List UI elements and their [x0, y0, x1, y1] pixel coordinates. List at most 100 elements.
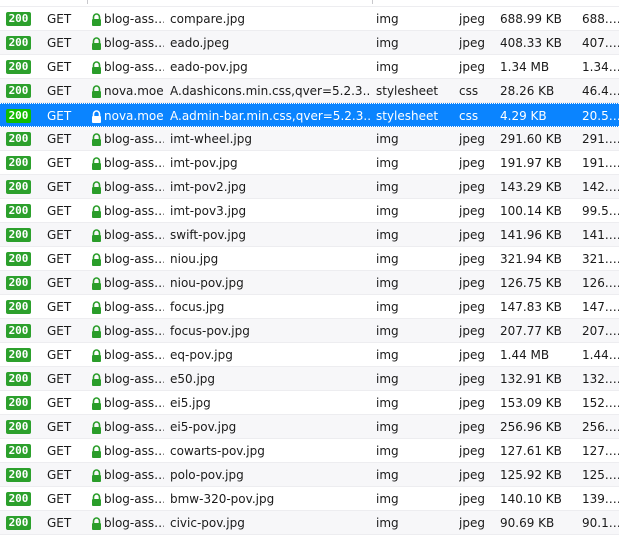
network-request-row[interactable]: 200 GET blog-ass… niou-pov.jpg img jpeg … [0, 271, 619, 295]
request-size: 20.5… [582, 109, 619, 123]
request-file: civic-pov.jpg [170, 516, 245, 530]
network-request-row[interactable]: 200 GET blog-ass… ei5-pov.jpg img jpeg 2… [0, 415, 619, 439]
request-transferred: 143.29 KB [500, 180, 562, 194]
request-domain: blog-ass… [104, 204, 164, 218]
request-file: polo-pov.jpg [170, 468, 244, 482]
network-request-row[interactable]: 200 GET blog-ass… swift-pov.jpg img jpeg… [0, 223, 619, 247]
network-request-row[interactable]: 200 GET blog-ass… niou.jpg img jpeg 321.… [0, 247, 619, 271]
status-badge: 200 [6, 252, 31, 266]
status-badge: 200 [6, 12, 31, 26]
request-size: 191.… [582, 156, 619, 170]
request-size: 1.44… [582, 348, 619, 362]
request-method: GET [47, 36, 72, 50]
request-size: 139.… [582, 492, 619, 506]
request-domain: blog-ass… [104, 348, 164, 362]
lock-icon [91, 229, 102, 242]
lock-icon [91, 349, 102, 362]
request-transferred: 256.96 KB [500, 420, 562, 434]
status-badge: 200 [6, 180, 31, 194]
request-size: 142.… [582, 180, 619, 194]
request-transferred: 125.92 KB [500, 468, 562, 482]
request-type: jpeg [459, 180, 485, 194]
request-transferred: 191.97 KB [500, 156, 562, 170]
status-badge: 200 [6, 300, 31, 314]
lock-icon [91, 181, 102, 194]
network-request-row[interactable]: 200 GET nova.moe A.admin-bar.min.css,qve… [0, 103, 619, 127]
network-request-row[interactable]: 200 GET blog-ass… e50.jpg img jpeg 132.9… [0, 367, 619, 391]
lock-icon [91, 205, 102, 218]
request-cause: img [376, 516, 399, 530]
lock-icon [91, 493, 102, 506]
request-file: eado.jpeg [170, 36, 230, 50]
network-request-row[interactable]: 200 GET blog-ass… eado-pov.jpg img jpeg … [0, 55, 619, 79]
previous-row-edge [0, 0, 619, 7]
request-domain: blog-ass… [104, 276, 164, 290]
status-badge: 200 [6, 468, 31, 482]
network-request-row[interactable]: 200 GET blog-ass… eado.jpeg img jpeg 408… [0, 31, 619, 55]
request-cause: img [376, 396, 399, 410]
request-cause: stylesheet [376, 84, 439, 98]
network-request-row[interactable]: 200 GET blog-ass… imt-pov2.jpg img jpeg … [0, 175, 619, 199]
network-request-row[interactable]: 200 GET blog-ass… focus-pov.jpg img jpeg… [0, 319, 619, 343]
status-badge: 200 [6, 348, 31, 362]
network-request-row[interactable]: 200 GET blog-ass… compare.jpg img jpeg 6… [0, 7, 619, 31]
request-method: GET [47, 252, 72, 266]
network-request-row[interactable]: 200 GET blog-ass… focus.jpg img jpeg 147… [0, 295, 619, 319]
status-badge: 200 [6, 324, 31, 338]
request-file: A.dashicons.min.css,qver=5.2.3.… [170, 84, 370, 98]
request-transferred: 207.77 KB [500, 324, 562, 338]
request-size: 291.… [582, 132, 619, 146]
network-request-row[interactable]: 200 GET blog-ass… polo-pov.jpg img jpeg … [0, 463, 619, 487]
request-method: GET [47, 180, 72, 194]
request-type: jpeg [459, 156, 485, 170]
request-cause: img [376, 444, 399, 458]
request-file: focus-pov.jpg [170, 324, 250, 338]
status-badge: 200 [6, 204, 31, 218]
lock-icon [91, 61, 102, 74]
request-size: 90.1… [582, 516, 619, 530]
request-cause: img [376, 492, 399, 506]
network-request-row[interactable]: 200 GET blog-ass… imt-pov3.jpg img jpeg … [0, 199, 619, 223]
column-divider [87, 0, 88, 4]
request-size: 46.4… [582, 84, 619, 98]
request-type: jpeg [459, 420, 485, 434]
request-transferred: 147.83 KB [500, 300, 562, 314]
request-size: 126.… [582, 276, 619, 290]
request-transferred: 127.61 KB [500, 444, 562, 458]
request-transferred: 4.29 KB [500, 109, 547, 123]
network-request-row[interactable]: 200 GET blog-ass… ei5.jpg img jpeg 153.0… [0, 391, 619, 415]
request-transferred: 321.94 KB [500, 252, 562, 266]
request-size: 147.… [582, 300, 619, 314]
request-transferred: 153.09 KB [500, 396, 562, 410]
request-cause: img [376, 132, 399, 146]
request-method: GET [47, 204, 72, 218]
request-method: GET [47, 444, 72, 458]
network-request-row[interactable]: 200 GET blog-ass… cowarts-pov.jpg img jp… [0, 439, 619, 463]
request-type: jpeg [459, 324, 485, 338]
request-domain: nova.moe [104, 84, 164, 98]
network-request-row[interactable]: 200 GET blog-ass… eq-pov.jpg img jpeg 1.… [0, 343, 619, 367]
lock-icon [91, 253, 102, 266]
request-method: GET [47, 300, 72, 314]
request-domain: blog-ass… [104, 396, 164, 410]
network-request-row[interactable]: 200 GET blog-ass… civic-pov.jpg img jpeg… [0, 511, 619, 535]
network-request-row[interactable]: 200 GET blog-ass… bmw-320-pov.jpg img jp… [0, 487, 619, 511]
lock-icon [91, 301, 102, 314]
request-method: GET [47, 420, 72, 434]
request-method: GET [47, 12, 72, 26]
status-badge: 200 [6, 84, 31, 98]
request-method: GET [47, 228, 72, 242]
network-request-row[interactable]: 200 GET nova.moe A.dashicons.min.css,qve… [0, 79, 619, 103]
request-method: GET [47, 84, 72, 98]
request-method: GET [47, 109, 72, 123]
request-type: jpeg [459, 444, 485, 458]
lock-icon [91, 325, 102, 338]
status-badge: 200 [6, 420, 31, 434]
column-divider [372, 0, 373, 4]
request-cause: img [376, 300, 399, 314]
request-type: jpeg [459, 468, 485, 482]
request-domain: blog-ass… [104, 180, 164, 194]
status-badge: 200 [6, 276, 31, 290]
network-request-row[interactable]: 200 GET blog-ass… imt-wheel.jpg img jpeg… [0, 127, 619, 151]
network-request-row[interactable]: 200 GET blog-ass… imt-pov.jpg img jpeg 1… [0, 151, 619, 175]
